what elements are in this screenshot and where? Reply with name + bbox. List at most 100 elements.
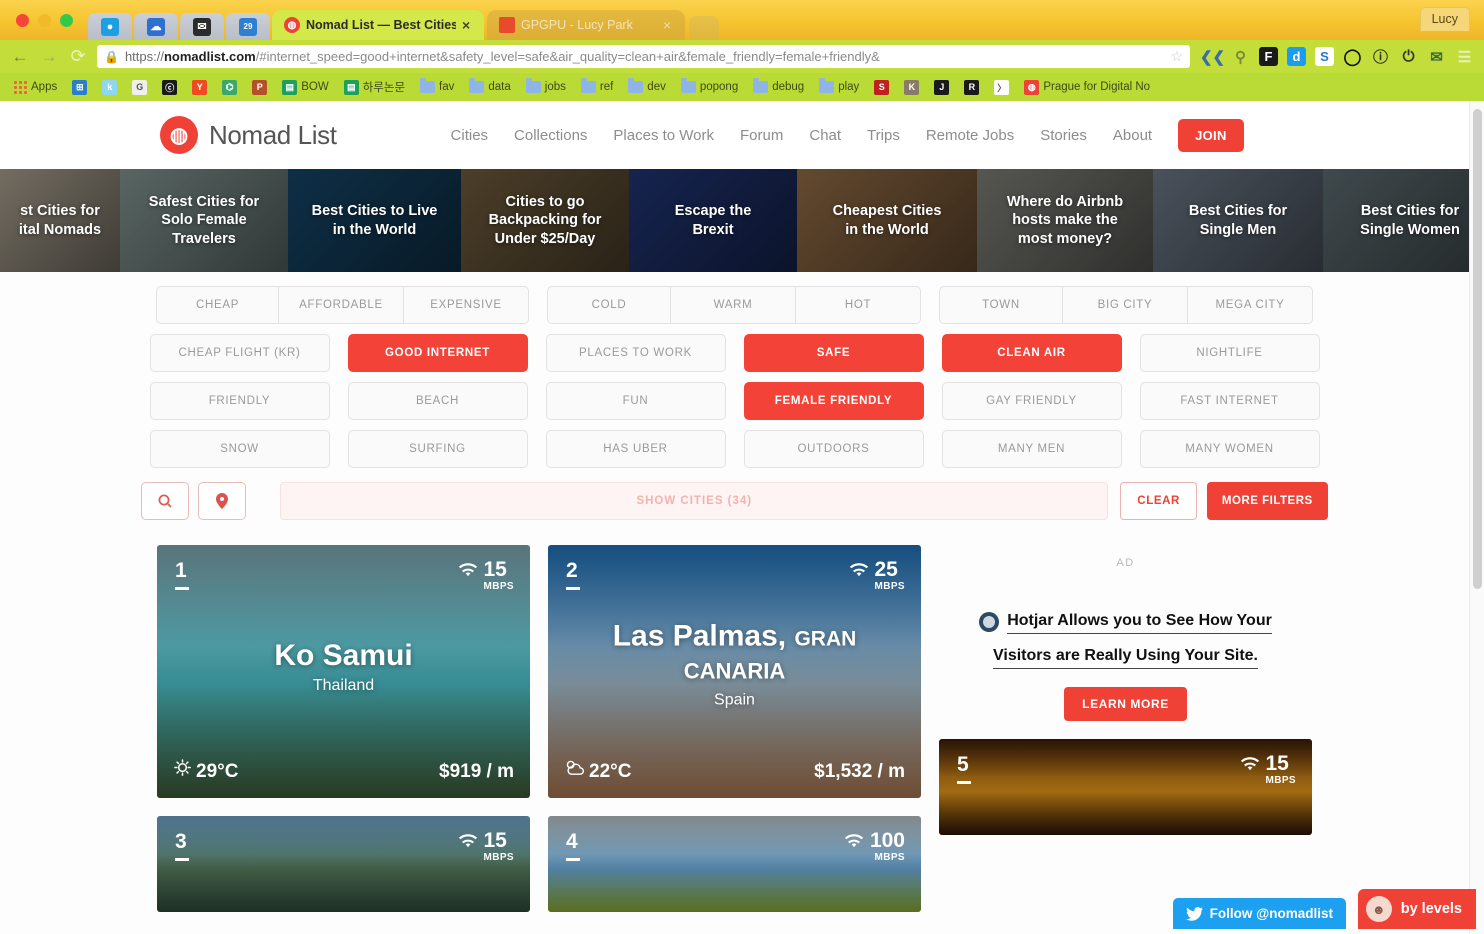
filter-gay-friendly[interactable]: GAY FRIENDLY <box>941 382 1122 420</box>
by-levels-widget[interactable]: ☻ by levels <box>1357 889 1476 929</box>
flipboard-icon[interactable]: F <box>1259 47 1278 66</box>
filter-safe[interactable]: SAFE <box>743 334 924 372</box>
nav-item-collections[interactable]: Collections <box>514 127 587 144</box>
bookmark-item[interactable]: Y <box>186 78 213 97</box>
bookmark-item[interactable]: ref <box>575 78 619 95</box>
collection-card[interactable]: Safest Cities for Solo Female Travelers <box>120 169 288 272</box>
filter-cold[interactable]: COLD <box>547 286 671 324</box>
filter-hot[interactable]: HOT <box>796 286 921 324</box>
nav-item-about[interactable]: About <box>1113 127 1152 144</box>
filter-female-friendly[interactable]: FEMALE FRIENDLY <box>743 382 924 420</box>
map-view-button[interactable] <box>198 482 247 520</box>
filter-town[interactable]: TOWN <box>939 286 1063 324</box>
bookmark-item[interactable]: G <box>126 78 153 97</box>
pinned-tab-chat[interactable]: ● <box>88 13 132 40</box>
bookmark-item[interactable]: play <box>813 78 865 95</box>
search-icon-button[interactable] <box>141 482 190 520</box>
page-scrollbar[interactable] <box>1469 101 1484 934</box>
filter-outdoors[interactable]: OUTDOORS <box>743 430 924 468</box>
d-icon[interactable]: d <box>1287 47 1306 66</box>
maximize-window-button[interactable] <box>60 14 73 27</box>
site-logo[interactable]: ◍ Nomad List <box>160 116 337 154</box>
nav-item-trips[interactable]: Trips <box>867 127 900 144</box>
filter-clean-air[interactable]: CLEAN AIR <box>941 334 1122 372</box>
bookmark-item[interactable]: dev <box>622 78 672 95</box>
city-card[interactable]: 2 25 MBPS Las Palmas, GRAN CANARIA Spain 22°C $… <box>548 545 921 798</box>
bookmark-star-icon[interactable]: ☆ <box>1162 48 1183 65</box>
pinned-tab-mail[interactable]: ✉ <box>180 13 224 40</box>
filter-cheap-flight-kr[interactable]: CHEAP FLIGHT (KR) <box>149 334 330 372</box>
info-icon[interactable]: ⓘ <box>1371 47 1390 66</box>
collection-card[interactable]: Best Cities to Live in the World <box>288 169 461 272</box>
join-button[interactable]: JOIN <box>1178 118 1244 152</box>
city-card[interactable]: 4 100 MBPS <box>548 816 921 912</box>
close-window-button[interactable] <box>16 14 29 27</box>
bookmark-item[interactable]: debug <box>747 78 810 95</box>
bookmark-item[interactable]: ⓒ <box>156 78 183 97</box>
bookmark-item[interactable]: data <box>463 78 516 95</box>
nav-item-chat[interactable]: Chat <box>809 127 841 144</box>
bookmark-item[interactable]: P <box>246 78 273 97</box>
bookmark-item[interactable]: 〉 <box>988 78 1015 97</box>
bookmark-item[interactable]: ◍ Prague for Digital No <box>1018 78 1156 97</box>
filter-mega-city[interactable]: MEGA CITY <box>1188 286 1313 324</box>
filter-cheap[interactable]: CHEAP <box>156 286 279 324</box>
learn-more-button[interactable]: LEARN MORE <box>1064 687 1187 721</box>
new-tab-button[interactable] <box>689 16 719 40</box>
filter-good-internet[interactable]: GOOD INTERNET <box>347 334 528 372</box>
browser-tab-nomadlist[interactable]: ◍ Nomad List — Best Cities t × <box>272 10 484 40</box>
menu-icon[interactable]: ☰ <box>1455 47 1474 66</box>
filter-fun[interactable]: FUN <box>545 382 726 420</box>
filter-fast-internet[interactable]: FAST INTERNET <box>1139 382 1320 420</box>
minimize-window-button[interactable] <box>38 14 51 27</box>
opera-icon[interactable]: ◯ <box>1343 47 1362 66</box>
bookmark-item[interactable]: k <box>96 78 123 97</box>
nav-item-forum[interactable]: Forum <box>740 127 783 144</box>
filter-big-city[interactable]: BIG CITY <box>1063 286 1188 324</box>
pinned-tab-calendar[interactable]: 29 <box>226 13 270 40</box>
bookmark-item[interactable]: ⌬ <box>216 78 243 97</box>
collection-card[interactable]: Cheapest Cities in the World <box>797 169 977 272</box>
bookmark-item[interactable]: Apps <box>8 79 63 96</box>
nav-item-remote-jobs[interactable]: Remote Jobs <box>926 127 1014 144</box>
forward-button[interactable]: → <box>39 47 59 67</box>
clear-filters-button[interactable]: CLEAR <box>1120 482 1197 520</box>
more-filters-button[interactable]: MORE FILTERS <box>1206 482 1328 520</box>
pinned-tab-cloud[interactable]: ☁ <box>134 13 178 40</box>
city-card[interactable]: 3 15 MBPS <box>157 816 530 912</box>
reload-button[interactable]: ⟳ <box>68 46 88 67</box>
filter-places-to-work[interactable]: PLACES TO WORK <box>545 334 726 372</box>
nav-item-cities[interactable]: Cities <box>451 127 489 144</box>
ad-headline-line2[interactable]: Visitors are Really Using Your Site. <box>993 644 1258 669</box>
show-cities-button[interactable]: SHOW CITIES (34) <box>280 482 1109 520</box>
filter-has-uber[interactable]: HAS UBER <box>545 430 726 468</box>
collection-card[interactable]: Best Cities for Single Men <box>1153 169 1323 272</box>
browser-tab-gpgpu[interactable]: GPGPU - Lucy Park × <box>487 10 685 40</box>
filter-warm[interactable]: WARM <box>671 286 796 324</box>
collection-card[interactable]: Best Cities for Single Women <box>1323 169 1469 272</box>
collection-card[interactable]: st Cities for ital Nomads <box>0 169 120 272</box>
close-tab-button[interactable]: × <box>663 17 675 33</box>
twitter-follow-widget[interactable]: Follow @nomadlist <box>1172 898 1346 929</box>
bookmark-item[interactable]: fav <box>414 78 460 95</box>
filter-many-women[interactable]: MANY WOMEN <box>1139 430 1320 468</box>
bookmark-item[interactable]: K <box>898 78 925 97</box>
collection-card[interactable]: Where do Airbnb hosts make the most money? <box>977 169 1153 272</box>
collection-card[interactable]: Escape the Brexit <box>629 169 797 272</box>
bookmark-item[interactable]: R <box>958 78 985 97</box>
close-tab-button[interactable]: × <box>462 17 474 33</box>
scrollbar-thumb[interactable] <box>1473 109 1482 589</box>
bookmark-item[interactable]: J <box>928 78 955 97</box>
profile-chip[interactable]: Lucy <box>1419 7 1470 31</box>
power-icon[interactable]: ⏻ <box>1399 47 1418 66</box>
filter-friendly[interactable]: FRIENDLY <box>149 382 330 420</box>
city-card[interactable]: 5 15 MBPS <box>939 739 1312 835</box>
bookmark-item[interactable]: S <box>868 78 895 97</box>
filter-beach[interactable]: BEACH <box>347 382 528 420</box>
filter-expensive[interactable]: EXPENSIVE <box>404 286 529 324</box>
nav-item-places-to-work[interactable]: Places to Work <box>613 127 714 144</box>
address-bar[interactable]: 🔒 https://nomadlist.com/#internet_speed=… <box>97 45 1190 68</box>
city-card[interactable]: 1 15 MBPS Ko Samui Thailand 29°C $919 / m <box>157 545 530 798</box>
pocket-icon[interactable]: ❮❮ <box>1200 47 1225 66</box>
bookmark-item[interactable]: ▤ 하루논문 <box>338 77 411 97</box>
